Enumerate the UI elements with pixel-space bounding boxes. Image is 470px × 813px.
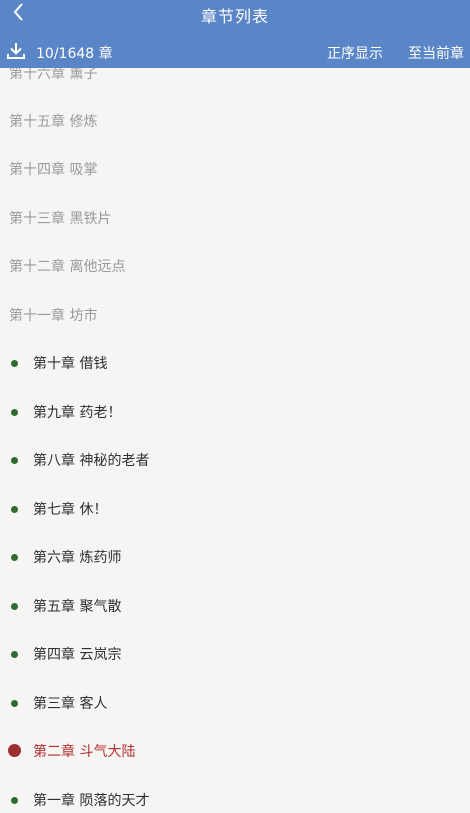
chapter-title: 第五章 聚气散 xyxy=(33,599,122,615)
chapter-title: 第三章 客人 xyxy=(33,696,108,712)
download-icon xyxy=(7,43,25,59)
chapter-item[interactable]: 第八章 神秘的老者 xyxy=(0,436,470,484)
chapter-title: 第十章 借钱 xyxy=(33,356,108,372)
chapter-item[interactable]: 第十三章 黑铁片 xyxy=(0,194,470,242)
chapter-item[interactable]: 第十一章 坊市 xyxy=(0,291,470,339)
cached-dot-icon xyxy=(11,457,18,464)
chapter-item[interactable]: 第十章 借钱 xyxy=(0,339,470,387)
sort-order-button[interactable]: 正序显示 xyxy=(327,43,383,63)
chapter-item-current[interactable]: 第二章 斗气大陆 xyxy=(0,727,470,775)
cached-dot-icon xyxy=(11,603,18,610)
chapter-item[interactable]: 第四章 云岚宗 xyxy=(0,630,470,678)
chapter-title: 第十二章 离他远点 xyxy=(9,259,126,275)
chapter-item[interactable]: 第三章 客人 xyxy=(0,679,470,727)
chapter-item[interactable]: 第九章 药老！ xyxy=(0,388,470,436)
cached-dot-icon xyxy=(11,651,18,658)
chapter-title: 第七章 休！ xyxy=(33,502,108,518)
cached-dot-icon xyxy=(11,554,18,561)
chapter-item[interactable]: 第十五章 修炼 xyxy=(0,97,470,145)
chapter-item[interactable]: 第一章 陨落的天才 xyxy=(0,776,470,813)
chapter-title: 第八章 神秘的老者 xyxy=(33,453,150,469)
goto-current-chapter-button[interactable]: 至当前章 xyxy=(408,43,464,63)
chapter-title: 第六章 炼药师 xyxy=(33,550,122,566)
top-bar: 章节列表 10/1648 章 正序显示 至当前章 xyxy=(0,0,470,68)
chapter-title: 第十一章 坊市 xyxy=(9,308,98,324)
current-chapter-dot-icon xyxy=(8,744,21,757)
cached-dot-icon xyxy=(11,360,18,367)
cached-dot-icon xyxy=(11,506,18,513)
page-title: 章节列表 xyxy=(200,7,269,26)
chapter-list: 第十六章 薰子 第十五章 修炼 第十四章 吸掌 第十三章 黑铁片 第十二章 离他… xyxy=(0,68,470,813)
chapter-title: 第二章 斗气大陆 xyxy=(33,744,136,760)
chapter-toolbar: 10/1648 章 正序显示 至当前章 xyxy=(0,38,470,64)
cached-dot-icon xyxy=(11,409,18,416)
chapter-count: 10/1648 章 xyxy=(36,46,113,62)
chapter-item[interactable]: 第六章 炼药师 xyxy=(0,533,470,581)
chapter-item[interactable]: 第七章 休！ xyxy=(0,485,470,533)
chapter-title: 第四章 云岚宗 xyxy=(33,647,122,663)
chapter-title: 第九章 药老！ xyxy=(33,405,122,421)
chapter-title: 第一章 陨落的天才 xyxy=(33,793,150,809)
cached-dot-icon xyxy=(11,700,18,707)
chapter-title: 第十五章 修炼 xyxy=(9,114,98,130)
cached-dot-icon xyxy=(11,797,18,804)
chapter-item[interactable]: 第十六章 薰子 xyxy=(0,68,470,97)
chapter-item[interactable]: 第五章 聚气散 xyxy=(0,582,470,630)
chapter-title: 第十六章 薰子 xyxy=(9,68,98,82)
download-button[interactable] xyxy=(6,41,26,61)
chapter-title: 第十三章 黑铁片 xyxy=(9,211,112,227)
title-row: 章节列表 xyxy=(0,0,470,26)
chapter-item[interactable]: 第十二章 离他远点 xyxy=(0,242,470,290)
chapter-title: 第十四章 吸掌 xyxy=(9,162,98,178)
chapter-item[interactable]: 第十四章 吸掌 xyxy=(0,145,470,193)
